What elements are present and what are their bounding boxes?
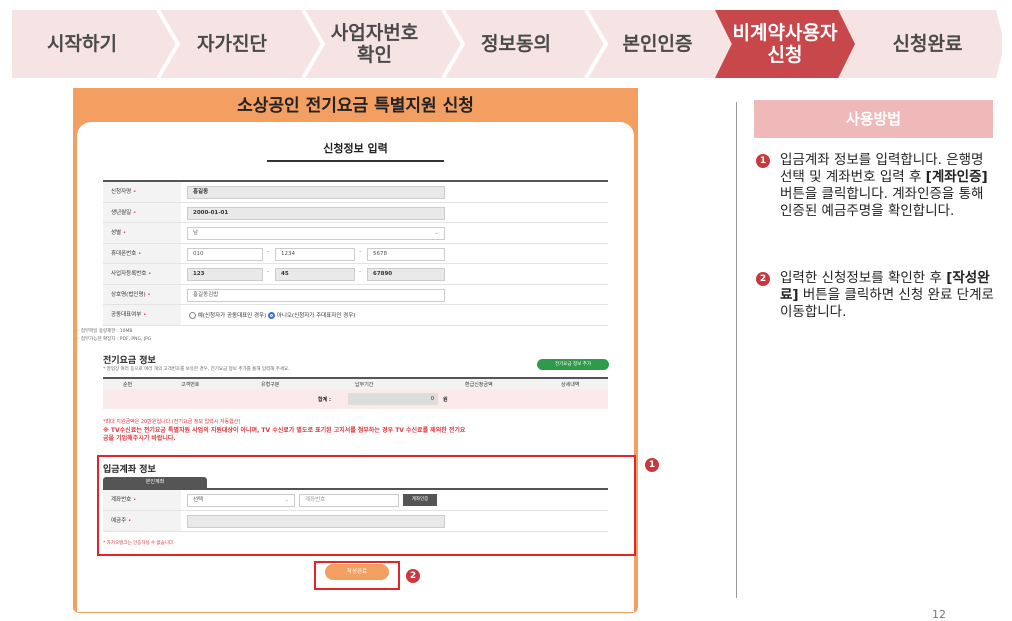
birth-date-field[interactable]: 2000-01-01 — [187, 206, 445, 220]
max-support-note: *최대 지원금액은 20만원입니다.(전기요금 정보 입력시 자동합산) — [103, 419, 241, 425]
form-row-company: 상호명(법인명) • 홍길동김밥 — [103, 284, 608, 305]
corep-radio-group: 예(신청자가 공동대표인 경우) 아니오(신청자가 주대표자인 경우) — [189, 311, 355, 319]
highlight-account-section — [97, 455, 636, 556]
field-label: 신청자명 — [111, 189, 132, 195]
form-row-corep: 공동대표여부 • 예(신청자가 공동대표인 경우) 아니오(신청자가 주대표자인… — [103, 305, 608, 326]
page-number: 12 — [932, 608, 946, 621]
field-label: 상호명(법인명) — [111, 291, 146, 298]
bizno-field-2[interactable]: 45 — [275, 268, 355, 281]
progress-steps: 시작하기 자가진단 사업자번호 확인 정보동의 본인인증 비계약사용자 신청 신… — [12, 10, 1008, 78]
field-label: 사업자등록번호 — [111, 271, 147, 277]
radio-no-label: 아니오(신청자가 주대표자인 경우) — [276, 313, 356, 319]
radio-yes-label: 예(신청자가 공동대표인 경우) — [197, 313, 267, 319]
page-title: 소상공인 전기요금 특별지원 신청 — [237, 96, 474, 116]
field-label: 성별 — [111, 230, 122, 236]
step-label: 정보동의 — [481, 33, 551, 55]
dash-separator: - — [359, 247, 362, 255]
slide: 시작하기 자가진단 사업자번호 확인 정보동의 본인인증 비계약사용자 신청 신… — [0, 0, 1012, 621]
company-name-field[interactable]: 홍길동김밥 — [187, 288, 445, 302]
total-label: 합계 : — [318, 397, 331, 403]
dash-separator: - — [267, 247, 270, 255]
bill-table-header: 순번 고객번호 유형구분 납부기간 환급신청금액 상세내역 — [103, 377, 608, 389]
help-title: 사용방법 — [754, 100, 993, 138]
form-title: 신청정보 입력 — [323, 142, 388, 155]
bizno-field-1[interactable]: 123 — [187, 268, 263, 281]
attach-note-size: · 첨부파일 용량제한 : 10MB — [78, 329, 133, 334]
steps-end-arrow — [996, 10, 1008, 78]
applicant-name-field[interactable]: 홍길동 — [187, 186, 445, 199]
step-business-number[interactable]: 사업자번호 확인 — [312, 10, 437, 78]
gender-value: 남 — [193, 230, 199, 236]
field-label: 공동대표여부 — [111, 312, 142, 318]
gender-select[interactable]: 남 ⌄ — [187, 227, 445, 240]
step-label: 자가진단 — [197, 33, 267, 55]
chevron-down-icon: ⌄ — [434, 230, 439, 236]
bill-total-row: 합계 : 0 원 — [103, 389, 608, 409]
marker-1: 1 — [645, 458, 659, 472]
step-label: 본인인증 — [622, 33, 693, 55]
total-unit: 원 — [443, 397, 448, 403]
field-label: 생년월일 — [111, 209, 132, 216]
form-row-applicant: 신청자명 • 홍길동 — [103, 182, 608, 203]
step-label: 신청완료 — [892, 33, 963, 55]
applicant-table: 신청자명 • 홍길동 생년월일 • 2000-01-01 성별 • 남 ⌄ 휴대폰… — [103, 180, 608, 326]
step-label: 사업자번호 — [330, 22, 419, 44]
highlight-submit-button — [314, 561, 400, 590]
phone-field-1[interactable]: 010 — [187, 247, 263, 261]
step-label-line2: 신청 — [767, 44, 803, 66]
step-self-check[interactable]: 자가진단 — [167, 10, 297, 78]
form-row-birth: 생년월일 • 2000-01-01 — [103, 202, 608, 223]
form-row-phone: 휴대폰번호 • 010 - 1234 - 5678 — [103, 243, 608, 264]
step-label: 시작하기 — [47, 33, 117, 55]
marker-2: 2 — [406, 569, 420, 583]
tv-fee-note: ※ TV수신료는 전기요금 특별지원 사업의 지원대상이 아니며, TV 수신료… — [103, 427, 466, 442]
form-row-gender: 성별 • 남 ⌄ — [103, 223, 608, 244]
form-row-bizno: 사업자등록번호 • 123 - 45 - 67890 — [103, 264, 608, 285]
help-number-2: 2 — [756, 272, 770, 286]
radio-no[interactable] — [268, 312, 276, 319]
phone-field-2[interactable]: 1234 — [275, 247, 355, 261]
dash-separator: - — [267, 268, 270, 275]
help-number-1: 1 — [756, 154, 770, 168]
title-underline — [267, 160, 444, 162]
step-label-line2: 확인 — [357, 44, 392, 66]
help-text-2: 입력한 신청정보를 확인한 후 [작성완료] 버튼을 클릭하면 신청 완료 단계… — [780, 270, 994, 320]
add-bill-button[interactable]: 전기요금 정보 추가 — [537, 359, 609, 370]
dash-separator: - — [359, 268, 362, 275]
step-identity[interactable]: 본인인증 — [595, 10, 720, 78]
step-start[interactable]: 시작하기 — [12, 10, 152, 78]
step-label: 비계약사용자 — [732, 22, 838, 44]
phone-field-3[interactable]: 5678 — [367, 247, 445, 261]
step-consent[interactable]: 정보동의 — [452, 10, 580, 78]
field-label: 휴대폰번호 — [111, 250, 137, 257]
step-complete[interactable]: 신청완료 — [860, 10, 995, 78]
bill-section-note: * 영업장 여러 동으로 여러 개의 고객번호를 보유한 경우, 전기요금 정보… — [103, 367, 290, 372]
help-text-1: 입금계좌 정보를 입력합니다. 은행명 선택 및 계좌번호 입력 후 [계좌인증… — [780, 152, 988, 219]
bizno-field-3[interactable]: 67890 — [367, 268, 445, 281]
radio-yes[interactable] — [189, 312, 196, 319]
total-value: 0 — [348, 393, 438, 405]
bill-section-title: 전기요금 정보 — [103, 356, 156, 366]
divider — [736, 102, 737, 598]
attach-note-ext: · 첨부가능한 확장자 : PDF, PNG, JPG — [78, 337, 152, 342]
step-non-contract-apply[interactable]: 비계약사용자 신청 — [715, 10, 855, 78]
